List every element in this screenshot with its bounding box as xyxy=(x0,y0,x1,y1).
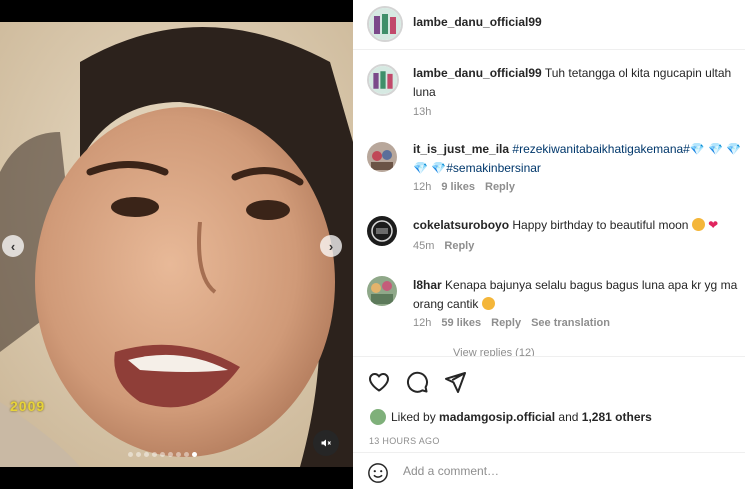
caption-text: lambe_danu_official99 Tuh tetangga ol ki… xyxy=(413,64,745,102)
comment-likes[interactable]: 59 likes xyxy=(441,317,481,329)
share-icon[interactable] xyxy=(443,370,467,394)
diamond-emoji: 💎 💎 💎 xyxy=(689,142,742,156)
next-slide-button[interactable]: › xyxy=(320,235,342,257)
comment-username[interactable]: it_is_just_me_ila xyxy=(413,142,509,156)
comment-icon[interactable] xyxy=(405,370,429,394)
star-eyes-emoji-icon xyxy=(481,297,495,310)
header-username[interactable]: lambe_danu_official99 xyxy=(413,15,542,29)
instagram-post-view: ‹ › 2009 lambe_danu_official99 lambe_dan… xyxy=(0,0,745,489)
post-header: lambe_danu_official99 xyxy=(353,0,745,50)
caption-body-line2: luna xyxy=(413,85,436,99)
see-translation-link[interactable]: See translation xyxy=(531,317,610,329)
comment-meta: 12h 9 likes Reply xyxy=(413,181,525,193)
comment-text: it_is_just_me_ila #rezekiwanitabaikhatig… xyxy=(413,140,745,178)
comment-username[interactable]: l8har xyxy=(413,278,442,292)
comment-time[interactable]: 12h xyxy=(413,317,431,329)
add-comment-input[interactable] xyxy=(403,464,703,478)
liked-by-and: and xyxy=(558,410,579,424)
reply-button[interactable]: Reply xyxy=(491,317,521,329)
diamond-emoji: 💎 💎 xyxy=(413,161,447,175)
carousel-dot xyxy=(144,452,149,457)
liked-by-prefix: Liked by xyxy=(391,410,436,424)
avatar[interactable] xyxy=(369,408,387,426)
comment-meta: 45m Reply xyxy=(413,240,484,252)
carousel-dot-active xyxy=(192,452,197,457)
liked-by: Liked by madamgosip.official and 1,281 o… xyxy=(369,408,652,426)
avatar[interactable] xyxy=(367,64,399,96)
avatar[interactable] xyxy=(367,142,397,172)
caption-meta: 13h xyxy=(413,106,441,118)
avatar[interactable] xyxy=(367,6,403,42)
comments-list: lambe_danu_official99 Tuh tetangga ol ki… xyxy=(353,52,745,356)
carousel-dots xyxy=(128,452,197,457)
previous-slide-button[interactable]: ‹ xyxy=(2,235,24,257)
divider xyxy=(353,356,745,357)
mute-button[interactable] xyxy=(313,430,339,456)
carousel-dot xyxy=(176,452,181,457)
emoji-icon[interactable] xyxy=(367,462,389,484)
caption-time[interactable]: 13h xyxy=(413,106,431,118)
reply-button[interactable]: Reply xyxy=(444,240,474,252)
hashtag-link[interactable]: #rezekiwanitabaikhatigakemana# xyxy=(512,142,689,156)
comment-text: cokelatsuroboyo Happy birthday to beauti… xyxy=(413,216,745,235)
carousel-dot xyxy=(128,452,133,457)
comment-username[interactable]: cokelatsuroboyo xyxy=(413,218,509,232)
comment-time[interactable]: 12h xyxy=(413,181,431,193)
caption-body: Tuh tetangga ol kita ngucapin ultah xyxy=(544,66,732,80)
carousel-dot xyxy=(168,452,173,457)
post-details-panel: lambe_danu_official99 lambe_danu_officia… xyxy=(353,0,745,489)
comment-body-line2: orang cantik xyxy=(413,297,479,311)
speaker-muted-icon xyxy=(321,439,331,447)
carousel-dot xyxy=(152,452,157,457)
post-timestamp[interactable]: 13 HOURS AGO xyxy=(369,436,440,446)
heart-icon[interactable] xyxy=(367,370,391,394)
view-replies-link[interactable]: View replies (12) xyxy=(453,347,535,356)
caption-username[interactable]: lambe_danu_official99 xyxy=(413,66,542,80)
comment-body: Happy birthday to beautiful moon xyxy=(512,218,689,232)
carousel-dot xyxy=(160,452,165,457)
comment-meta: 12h 59 likes Reply See translation xyxy=(413,317,620,329)
liked-by-others[interactable]: 1,281 others xyxy=(582,410,652,424)
comment-likes[interactable]: 9 likes xyxy=(441,181,475,193)
carousel-dot xyxy=(184,452,189,457)
heart-emoji-icon: ❤ xyxy=(708,218,719,232)
avatar[interactable] xyxy=(367,276,397,306)
star-eyes-emoji-icon xyxy=(691,218,705,231)
liked-by-user[interactable]: madamgosip.official xyxy=(439,410,555,424)
add-comment-bar xyxy=(353,452,745,489)
post-media[interactable]: ‹ › 2009 xyxy=(0,0,353,489)
comment-text: l8har Kenapa bajunya selalu bagus bagus … xyxy=(413,276,745,314)
action-bar xyxy=(367,370,467,394)
carousel-dot xyxy=(136,452,141,457)
comment-time[interactable]: 45m xyxy=(413,240,434,252)
video-frame xyxy=(0,22,353,467)
avatar[interactable] xyxy=(367,216,397,246)
year-overlay: 2009 xyxy=(10,398,46,414)
comment-body: Kenapa bajunya selalu bagus bagus luna a… xyxy=(445,278,738,292)
hashtag-link[interactable]: #semakinbersinar xyxy=(446,161,541,175)
reply-button[interactable]: Reply xyxy=(485,181,515,193)
